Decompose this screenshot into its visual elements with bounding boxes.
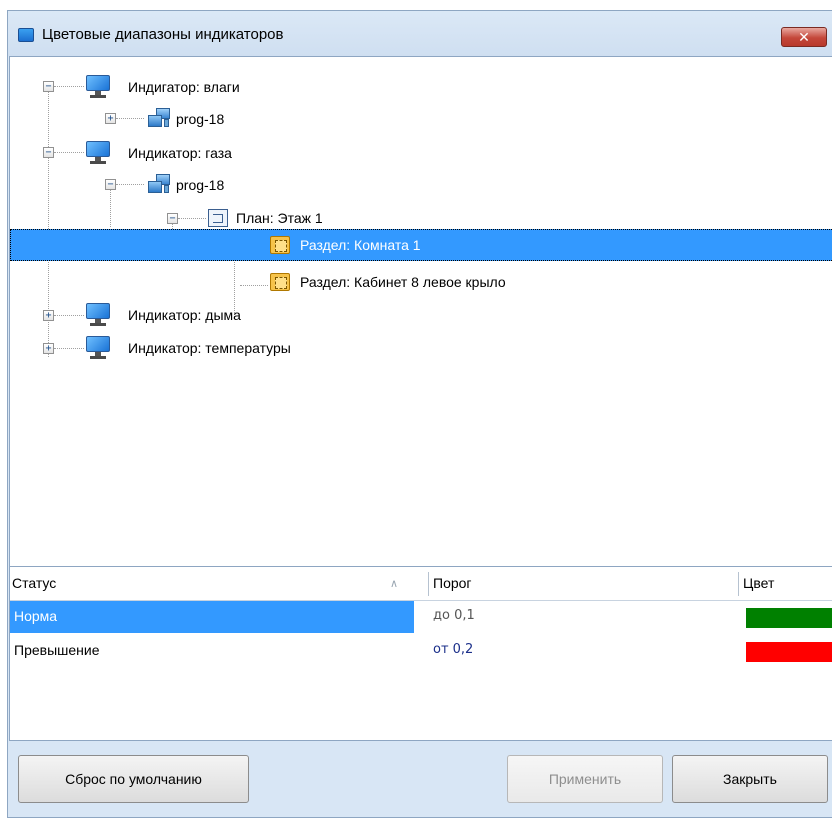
tree-connector [54,152,84,153]
title-bar: Цветовые диапазоны индикаторов ✕ [8,11,832,56]
tree-node-label: План: Этаж 1 [236,210,323,226]
collapse-toggle[interactable]: − [105,179,116,190]
collapse-toggle[interactable]: − [43,147,54,158]
collapse-toggle[interactable]: − [167,213,178,224]
tree-node-prog18[interactable]: prog-18 [148,171,448,199]
dialog-window: Цветовые диапазоны индикаторов ✕ − Индиг… [7,10,832,818]
table-header: Статус ∧ Порог Цвет [10,567,832,601]
column-header-status[interactable]: Статус [12,575,56,591]
tree-node-label: Индикатор: температуры [128,340,291,356]
tree-connector [110,187,111,227]
tree-node-temperature[interactable]: Индикатор: температуры [86,334,486,362]
expand-toggle[interactable]: + [43,343,54,354]
monitor-icon [86,141,110,165]
tree-node-label: Индигатор: влаги [128,79,240,95]
tree-connector [240,285,268,286]
status-cell: Превышение [14,642,100,658]
table-row[interactable]: Превышение от 0,2 [10,635,832,667]
tree-node-humidity[interactable]: Индигатор: влаги [86,73,486,101]
tree-connector [178,218,206,219]
indicator-tree[interactable]: − Индигатор: влаги + prog-18 − Индикатор… [9,56,832,576]
sort-ascending-icon: ∧ [390,578,399,590]
tree-connector [54,348,84,349]
close-button[interactable]: Закрыть [672,755,828,803]
tree-node-gas[interactable]: Индикатор: газа [86,139,486,167]
tree-connector [116,118,144,119]
tree-node-label: Раздел: Комната 1 [300,237,421,253]
color-swatch-red[interactable] [746,642,832,662]
reset-defaults-button[interactable]: Сброс по умолчанию [18,755,249,803]
network-icon [148,174,170,196]
column-header-threshold[interactable]: Порог [433,575,472,591]
status-cell: Норма [14,608,58,624]
column-divider[interactable] [738,572,739,596]
expand-toggle[interactable]: + [105,113,116,124]
tree-connector [54,315,84,316]
close-window-button[interactable]: ✕ [781,27,827,47]
monitor-icon [86,336,110,360]
tree-connector [116,184,144,185]
collapse-toggle[interactable]: − [43,81,54,92]
tree-node-label: Индикатор: дыма [128,307,241,323]
apply-button[interactable]: Применить [507,755,663,803]
tree-node-label: prog-18 [176,111,225,127]
tree-node-smoke[interactable]: Индикатор: дыма [86,301,486,329]
table-row[interactable]: Норма до 0,1 [10,601,832,633]
tree-node-label: prog-18 [176,177,225,193]
tree-node-label: Индикатор: газа [128,145,232,161]
column-header-color[interactable]: Цвет [743,575,774,591]
window-title: Цветовые диапазоны индикаторов [42,26,284,43]
tree-node-prog18[interactable]: prog-18 [148,105,448,133]
color-swatch-green[interactable] [746,608,832,628]
tree-node-plan-floor1[interactable]: План: Этаж 1 [208,204,508,232]
tree-node-room1[interactable]: Раздел: Комната 1 [270,231,670,259]
tree-node-office8[interactable]: Раздел: Кабинет 8 левое крыло [270,268,690,296]
window-icon [18,28,34,42]
room-section-icon [270,236,290,254]
column-divider[interactable] [428,572,429,596]
tree-connector [54,86,84,87]
threshold-cell: от 0,2 [433,642,474,657]
floor-plan-icon [208,209,228,227]
tree-node-label: Раздел: Кабинет 8 левое крыло [300,274,506,290]
status-ranges-table[interactable]: Статус ∧ Порог Цвет Норма до 0,1 Превыше… [9,566,832,741]
threshold-cell: до 0,1 [433,608,475,623]
expand-toggle[interactable]: + [43,310,54,321]
monitor-icon [86,303,110,327]
network-icon [148,108,170,130]
selected-cell-highlight [10,601,414,633]
monitor-icon [86,75,110,99]
room-section-icon [270,273,290,291]
